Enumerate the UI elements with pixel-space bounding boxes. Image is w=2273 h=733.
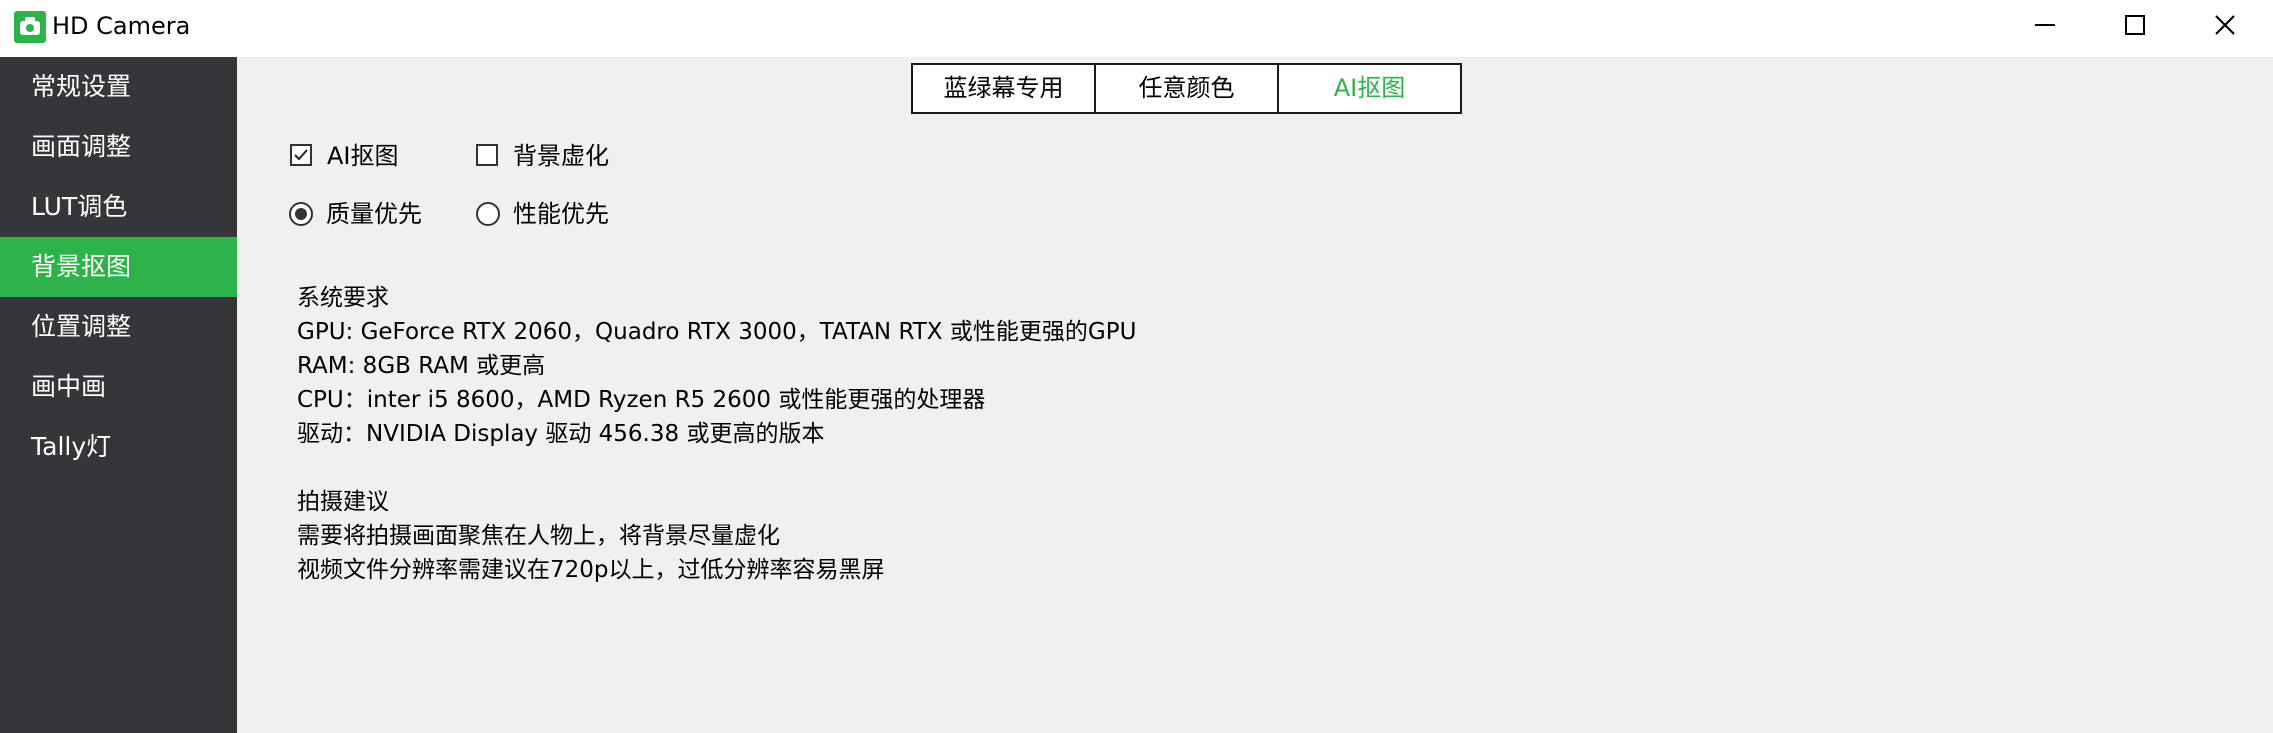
tab-ai-matting[interactable]: AI抠图 — [1277, 63, 1462, 114]
requirements-driver: 驱动：NVIDIA Display 驱动 456.38 或更高的版本 — [297, 421, 825, 447]
performance-first-label: 性能优先 — [513, 200, 609, 228]
suggestions-line-1: 需要将拍摄画面聚焦在人物上，将背景尽量虚化 — [297, 523, 780, 549]
quality-first-label: 质量优先 — [326, 200, 422, 228]
close-button[interactable] — [2180, 0, 2270, 50]
background-blur-checkbox[interactable]: 背景虚化 — [476, 140, 626, 172]
suggestions-line-2: 视频文件分辨率需建议在720p以上，过低分辨率容易黑屏 — [297, 557, 885, 583]
title-bar: HD Camera — [0, 0, 2273, 57]
app-window: HD Camera 常规设置 画面调整 LUT调色 背景抠图 位置调整 画中画 … — [0, 0, 2273, 733]
sidebar-item-general[interactable]: 常规设置 — [0, 57, 237, 117]
matting-mode-tabs: 蓝绿幕专用 任意颜色 AI抠图 — [911, 63, 1462, 114]
sidebar-item-position[interactable]: 位置调整 — [0, 297, 237, 357]
ai-matting-checkbox[interactable]: AI抠图 — [290, 140, 410, 172]
sidebar-item-label: 画中画 — [31, 372, 107, 401]
sidebar-item-pip[interactable]: 画中画 — [0, 357, 237, 417]
sidebar: 常规设置 画面调整 LUT调色 背景抠图 位置调整 画中画 Tally灯 — [0, 57, 237, 733]
app-logo-icon — [14, 11, 46, 43]
close-icon — [2215, 15, 2235, 35]
requirements-heading: 系统要求 — [297, 285, 389, 311]
sidebar-item-lut[interactable]: LUT调色 — [0, 177, 237, 237]
ai-matting-label: AI抠图 — [327, 142, 399, 170]
maximize-icon — [2125, 15, 2145, 35]
quality-first-radio[interactable]: 质量优先 — [289, 198, 439, 230]
sidebar-item-label: Tally灯 — [31, 432, 112, 461]
sidebar-item-image-adjust[interactable]: 画面调整 — [0, 117, 237, 177]
sidebar-item-label: 背景抠图 — [31, 252, 132, 281]
check-icon — [294, 149, 308, 161]
requirements-cpu: CPU：inter i5 8600，AMD Ryzen R5 2600 或性能更… — [297, 387, 986, 413]
sidebar-item-label: LUT调色 — [31, 192, 128, 221]
minimize-icon — [2035, 24, 2055, 26]
requirements-ram: RAM: 8GB RAM 或更高 — [297, 353, 546, 379]
radio-selected[interactable] — [289, 202, 313, 226]
checkbox-checked[interactable] — [290, 144, 312, 166]
sidebar-item-label: 位置调整 — [31, 312, 132, 341]
tab-chroma-key[interactable]: 蓝绿幕专用 — [911, 63, 1096, 114]
sidebar-item-tally[interactable]: Tally灯 — [0, 417, 237, 477]
requirements-gpu: GPU: GeForce RTX 2060，Quadro RTX 3000，TA… — [297, 319, 1137, 345]
suggestions-heading: 拍摄建议 — [297, 489, 389, 515]
background-blur-label: 背景虚化 — [513, 142, 609, 170]
sidebar-item-label: 常规设置 — [31, 72, 132, 101]
minimize-button[interactable] — [2000, 0, 2090, 50]
window-title: HD Camera — [52, 12, 191, 40]
performance-first-radio[interactable]: 性能优先 — [476, 198, 626, 230]
checkbox-unchecked[interactable] — [476, 144, 498, 166]
tab-any-color[interactable]: 任意颜色 — [1094, 63, 1279, 114]
sidebar-item-background-matting[interactable]: 背景抠图 — [0, 237, 237, 297]
sidebar-item-label: 画面调整 — [31, 132, 132, 161]
maximize-button[interactable] — [2090, 0, 2180, 50]
radio-unselected[interactable] — [476, 202, 500, 226]
